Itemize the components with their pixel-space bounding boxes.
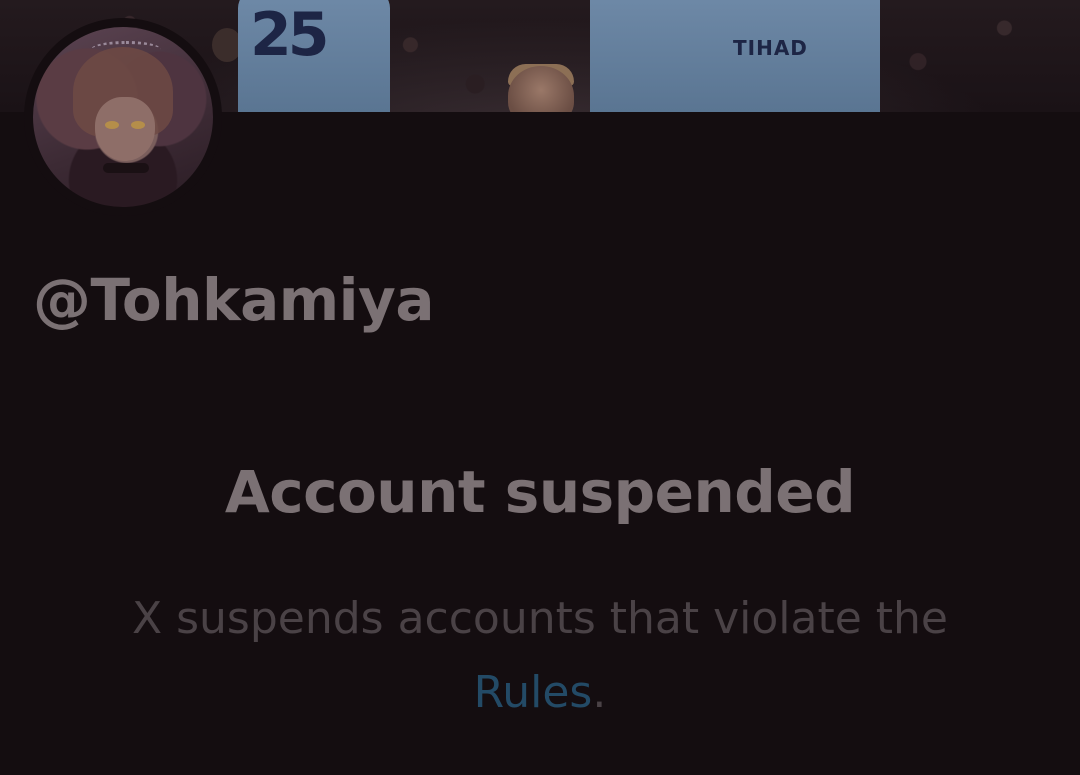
banner-jersey-sponsor: TIHAD xyxy=(733,36,808,60)
suspension-description: X suspends accounts that violate the Rul… xyxy=(60,582,1020,730)
rules-link[interactable]: Rules xyxy=(474,667,593,718)
avatar-choker xyxy=(103,163,149,173)
banner-jersey-number: 25 xyxy=(250,0,329,70)
avatar-tiara xyxy=(91,41,161,58)
suspension-title: Account suspended xyxy=(224,458,856,526)
avatar-eye-right xyxy=(131,121,145,129)
suspension-description-period: . xyxy=(592,667,607,718)
avatar-eye-left xyxy=(105,121,119,129)
avatar[interactable] xyxy=(33,27,213,207)
profile-page: 25 TIHAD @Tohkamiya Account suspended X … xyxy=(0,0,1080,775)
avatar-face xyxy=(95,97,155,161)
suspension-description-text: X suspends accounts that violate the xyxy=(131,593,949,644)
profile-username: @Tohkamiya xyxy=(33,266,434,334)
